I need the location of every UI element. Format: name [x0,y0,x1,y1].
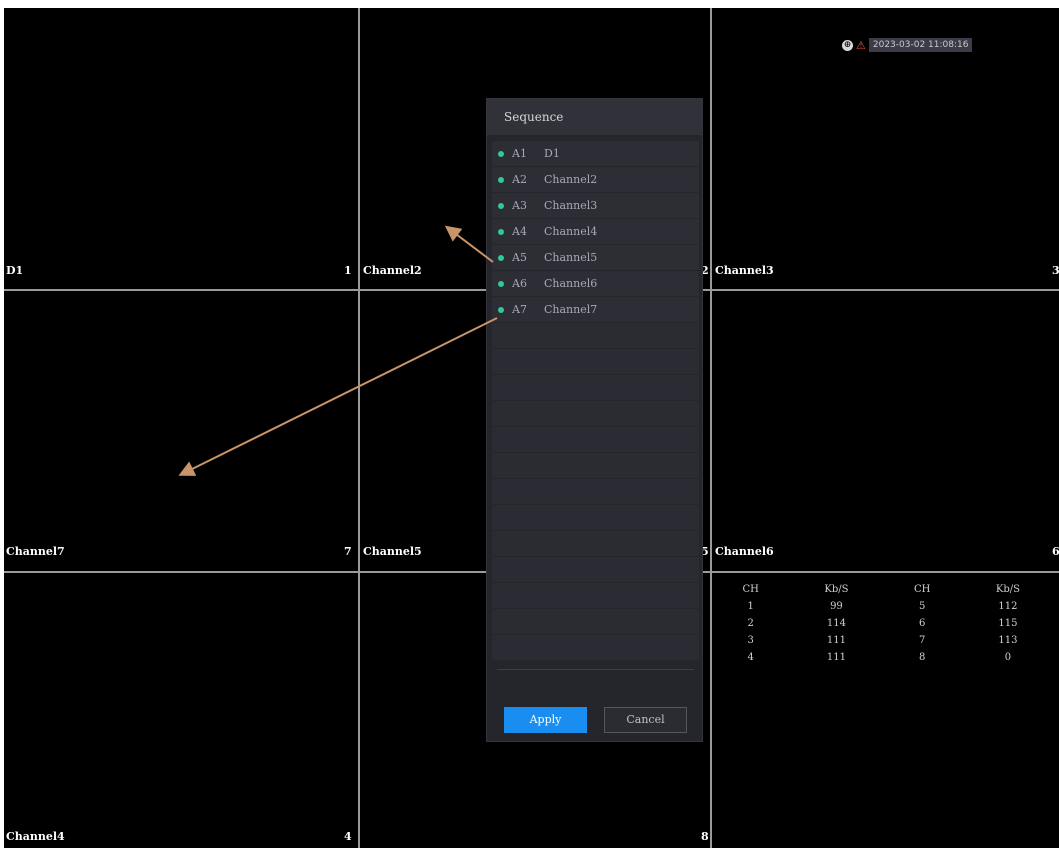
sequence-item[interactable]: A4 Channel4 [492,219,699,244]
empty-sequence-slot [492,583,699,608]
apply-button[interactable]: Apply [504,707,587,733]
sequence-item-name: Channel6 [544,277,598,290]
column-header: Kb/S [824,584,849,595]
grid-divider [710,8,712,848]
empty-sequence-slot [492,609,699,634]
sequence-item-number: A1 [512,147,527,160]
channel-number: 8 [701,830,709,843]
sequence-item-name: Channel3 [544,199,598,212]
channel-number: 6 [1052,545,1059,558]
channel-label: D1 [6,264,24,277]
channel-number: 4 [344,830,352,843]
cancel-button[interactable]: Cancel [604,707,687,733]
table-cell: 99 [830,601,843,612]
table-row: 1 99 5 112 [716,598,1059,615]
empty-sequence-slot [492,401,699,426]
record-status-icon: ⊕ [842,39,853,51]
grid-divider [358,8,360,848]
table-cell: 6 [918,618,926,629]
sequence-item-number: A4 [512,225,527,238]
empty-sequence-slot [492,349,699,374]
empty-sequence-slot [492,453,699,478]
column-header: Kb/S [995,584,1020,595]
status-dot-icon [498,228,504,235]
table-cell: 8 [918,652,926,663]
sequence-item-name: Channel2 [544,173,598,186]
sequence-item[interactable]: A3 Channel3 [492,193,699,218]
table-cell: 7 [918,635,926,646]
sequence-dialog: Sequence A1 D1 A2 Channel2 A3 Channel3 A… [486,98,703,742]
table-header-row: CH Kb/S CH Kb/S [716,581,1059,598]
empty-sequence-slot [492,531,699,556]
status-dot-icon [498,254,504,261]
table-cell: 112 [998,601,1018,612]
column-header: CH [913,584,931,595]
bitrate-table: CH Kb/S CH Kb/S 1 99 5 112 2 114 6 115 3… [716,581,1059,666]
table-row: 3 111 7 113 [716,632,1059,649]
table-row: 2 114 6 115 [716,615,1059,632]
table-cell: 0 [1004,652,1012,663]
dialog-title: Sequence [487,99,702,135]
status-dot-icon [498,150,504,157]
sequence-item[interactable]: A2 Channel2 [492,167,699,192]
sequence-item[interactable]: A6 Channel6 [492,271,699,296]
sequence-list: A1 D1 A2 Channel2 A3 Channel3 A4 Channel… [492,141,699,667]
empty-sequence-slot [492,635,699,660]
sequence-item-number: A5 [512,251,527,264]
table-cell: 5 [918,601,926,612]
empty-sequence-slot [492,375,699,400]
status-dot-icon [498,176,504,183]
sequence-item-number: A3 [512,199,527,212]
table-cell: 111 [826,652,846,663]
channel-label: Channel3 [715,264,774,277]
status-dot-icon [498,306,504,313]
channel-number: 1 [344,264,352,277]
sequence-item[interactable]: A1 D1 [492,141,699,166]
sequence-item-name: D1 [544,147,560,160]
table-cell: 3 [747,635,754,646]
channel-label: Channel7 [6,545,65,558]
channel-label: Channel2 [363,264,422,277]
sequence-item-number: A7 [512,303,527,316]
column-header: CH [742,584,759,595]
system-datetime: 2023-03-02 11:08:16 [868,38,973,52]
table-cell: 2 [747,618,754,629]
channel-number: 3 [1052,264,1059,277]
divider [497,669,694,670]
alarm-warning-icon: ⚠ [856,38,866,52]
sequence-item-name: Channel4 [544,225,598,238]
table-cell: 111 [826,635,846,646]
empty-sequence-slot [492,323,699,348]
status-dot-icon [498,280,504,287]
sequence-item-name: Channel5 [544,251,598,264]
channel-label: Channel5 [363,545,422,558]
table-cell: 115 [998,618,1018,629]
sequence-item-number: A2 [512,173,527,186]
channel-label: Channel6 [715,545,774,558]
sequence-item-number: A6 [512,277,527,290]
empty-sequence-slot [492,479,699,504]
empty-sequence-slot [492,427,699,452]
table-row: 4 111 8 0 [716,649,1059,666]
channel-label: Channel4 [6,830,65,843]
table-cell: 113 [998,635,1018,646]
channel-number: 7 [344,545,352,558]
sequence-item[interactable]: A7 Channel7 [492,297,699,322]
sequence-item-name: Channel7 [544,303,598,316]
status-bar: ⊕ ⚠ 2023-03-02 11:08:16 [842,38,973,52]
sequence-item[interactable]: A5 Channel5 [492,245,699,270]
table-cell: 1 [747,601,754,612]
table-cell: 4 [747,652,754,663]
empty-sequence-slot [492,505,699,530]
status-dot-icon [498,202,504,209]
table-cell: 114 [826,618,846,629]
empty-sequence-slot [492,557,699,582]
